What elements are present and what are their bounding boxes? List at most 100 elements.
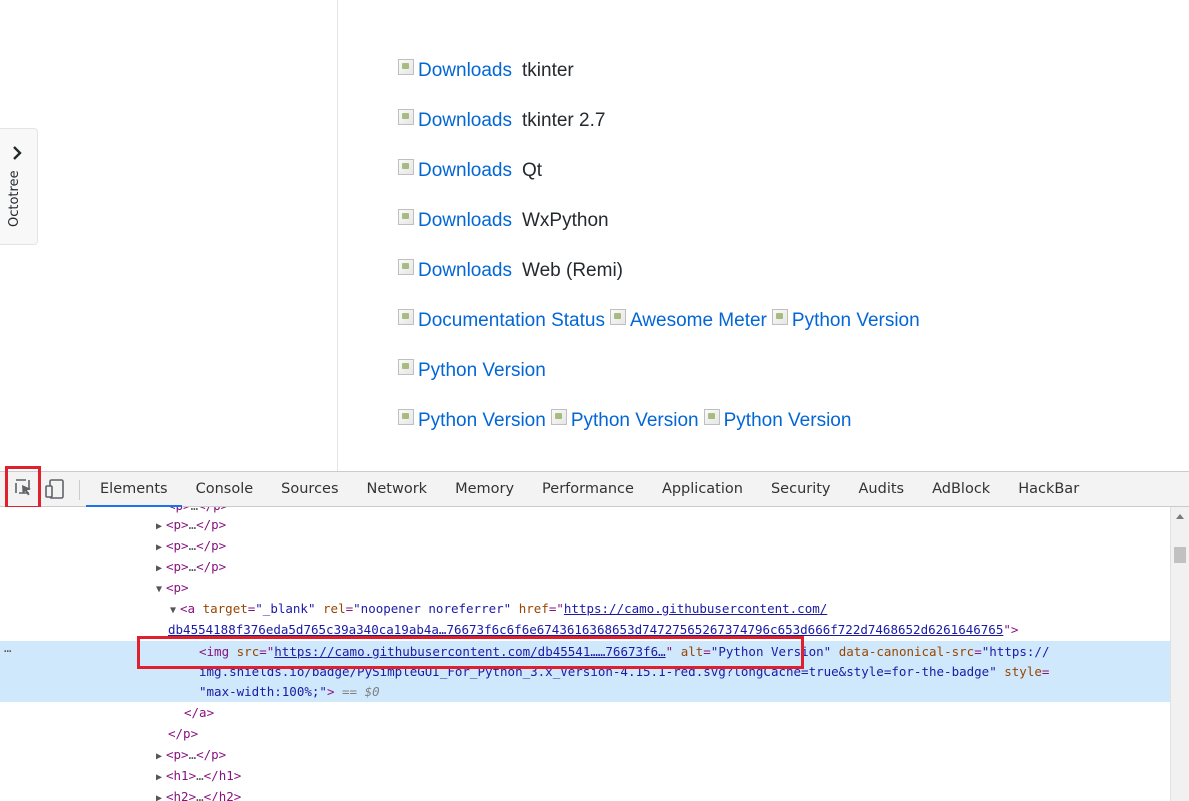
- dom-node-p[interactable]: ▶ <p>…</p>: [156, 535, 226, 556]
- expand-triangle-icon[interactable]: ▶: [156, 746, 166, 767]
- dom-node-p[interactable]: ▶ <p>…</p>: [156, 744, 226, 765]
- attr-value: "max-width:100%;": [199, 684, 327, 699]
- collapse-triangle-icon[interactable]: ▼: [156, 579, 166, 600]
- inspect-element-button[interactable]: [5, 466, 41, 509]
- tab-hackbar[interactable]: HackBar: [1004, 472, 1093, 506]
- badge-link[interactable]: Downloads: [398, 156, 512, 186]
- tab-network[interactable]: Network: [353, 472, 442, 506]
- badge-row: Downloads Web (Remi): [398, 256, 925, 306]
- tab-memory[interactable]: Memory: [441, 472, 528, 506]
- tag-close: </h1>: [203, 768, 242, 783]
- dom-node-h1[interactable]: ▶ <h1>…</h1>: [156, 765, 241, 786]
- badge-link[interactable]: Downloads: [398, 106, 512, 136]
- selected-marker: == $0: [342, 684, 380, 699]
- href-link[interactable]: db4554188f376eda5d765c39a340ca19ab4a…766…: [168, 622, 1003, 637]
- tab-sources[interactable]: Sources: [267, 472, 352, 506]
- tab-application[interactable]: Application: [648, 472, 757, 506]
- ellipsis: …: [188, 747, 197, 762]
- broken-image-icon: [398, 359, 414, 375]
- expand-triangle-icon[interactable]: ▶: [156, 767, 166, 788]
- dom-node-a-close[interactable]: </a>: [184, 702, 214, 723]
- tag-open: <p>: [166, 559, 189, 574]
- attr-name: target: [202, 601, 248, 616]
- badge-link[interactable]: Downloads: [398, 56, 512, 86]
- expand-triangle-icon[interactable]: ▶: [156, 537, 166, 558]
- badge-alt-text: Python Version: [570, 410, 699, 431]
- expand-triangle-icon[interactable]: ▶: [156, 558, 166, 579]
- broken-image-icon: [550, 409, 567, 425]
- tab-security[interactable]: Security: [757, 472, 845, 506]
- badge-row: Documentation Status Awesome Meter Python …: [398, 306, 925, 356]
- badge-link[interactable]: Python Version: [550, 406, 699, 436]
- broken-image-icon: [398, 59, 414, 75]
- badge-link[interactable]: Documentation Status: [398, 306, 605, 336]
- tab-elements[interactable]: Elements: [86, 472, 182, 507]
- badge-caption: tkinter 2.7: [522, 110, 606, 131]
- badge-alt-text: Downloads: [418, 60, 512, 81]
- inspect-cursor-icon: [15, 479, 31, 496]
- tag-close: </p>: [196, 747, 227, 762]
- ellipsis: …: [196, 768, 204, 783]
- dom-node-p[interactable]: ▶ <p>…</p>: [156, 556, 226, 577]
- badge-caption: Qt: [522, 160, 543, 181]
- elements-scrollbar[interactable]: [1170, 507, 1189, 801]
- dom-node-p-close[interactable]: </p>: [168, 723, 198, 744]
- broken-image-icon: [398, 109, 414, 125]
- badge-caption: tkinter: [522, 60, 574, 81]
- tag-close: </p>: [196, 517, 227, 532]
- tag-open: <p>: [166, 747, 189, 762]
- badge-alt-text: Python Version: [723, 410, 852, 431]
- badge-alt-text: Downloads: [418, 260, 512, 281]
- dom-node-h2[interactable]: ▶ <h2>…</h2>: [156, 786, 241, 801]
- tab-adblock[interactable]: AdBlock: [918, 472, 1004, 506]
- badge-link[interactable]: Awesome Meter: [609, 306, 767, 336]
- broken-image-icon: [398, 159, 414, 175]
- badge-link[interactable]: Python Version: [398, 356, 546, 386]
- dom-node-p-expanded[interactable]: ▼ <p>: [156, 577, 189, 598]
- expand-triangle-icon[interactable]: ▶: [156, 788, 166, 801]
- badge-link[interactable]: Python Version: [771, 306, 920, 336]
- badge-link[interactable]: Python Version: [398, 406, 546, 436]
- scroll-up-arrow-icon[interactable]: [1176, 514, 1184, 519]
- badge-link[interactable]: Downloads: [398, 256, 512, 286]
- broken-image-icon: [398, 209, 414, 225]
- tab-performance[interactable]: Performance: [528, 472, 648, 506]
- tab-console[interactable]: Console: [182, 472, 268, 506]
- node-actions-icon[interactable]: ⋯: [4, 641, 11, 662]
- dom-node-img-cont[interactable]: "max-width:100%;"> == $0: [199, 681, 380, 702]
- dom-node-p[interactable]: ▶ <p>…</p>: [156, 514, 226, 535]
- tag-close: </p>: [198, 507, 228, 513]
- tag-end: >: [326, 684, 335, 699]
- ellipsis: …: [188, 538, 197, 553]
- attr-name: href: [518, 601, 549, 616]
- badge-alt-text: Python Version: [418, 360, 546, 381]
- broken-image-icon: [703, 409, 720, 425]
- tag-open: <p>: [166, 517, 189, 532]
- attr-value: "_blank": [255, 601, 316, 616]
- broken-image-icon: [398, 259, 414, 275]
- href-link[interactable]: https://camo.githubusercontent.com/: [564, 601, 827, 616]
- scroll-thumb[interactable]: [1174, 547, 1186, 563]
- tag-close: </p>: [168, 726, 199, 741]
- badge-link[interactable]: Downloads: [398, 206, 512, 236]
- octotree-toggle[interactable]: Octotree: [0, 128, 38, 245]
- ellipsis: …: [191, 507, 199, 513]
- badge-row: Downloads WxPython: [398, 206, 925, 256]
- badge-alt-text: Downloads: [418, 210, 512, 231]
- badge-row: Downloads tkinter: [398, 56, 925, 106]
- device-toolbar-button[interactable]: [44, 478, 66, 500]
- tag-open: <p>: [166, 538, 189, 553]
- expand-triangle-icon[interactable]: ▶: [156, 516, 166, 537]
- dom-node-a[interactable]: ▼ <a target="_blank" rel="noopener norefe…: [170, 598, 827, 619]
- collapse-triangle-icon[interactable]: ▼: [170, 600, 180, 621]
- badge-alt-text: Documentation Status: [418, 310, 605, 331]
- attr-name: style: [1004, 664, 1042, 679]
- badge-link[interactable]: Python Version: [703, 406, 852, 436]
- tab-audits[interactable]: Audits: [845, 472, 919, 506]
- tag-close: </a>: [184, 705, 215, 720]
- ellipsis: …: [196, 789, 204, 801]
- broken-image-icon: [609, 309, 626, 325]
- elements-tree[interactable]: ⋯ <p>…</p> ▶<p>…</p> ▶<p>…</p> ▶<p>…</p>…: [0, 507, 1170, 801]
- devtools-toolbar: Elements Console Sources Network Memory Perfo…: [0, 466, 1189, 509]
- octotree-label: Octotree: [7, 170, 22, 227]
